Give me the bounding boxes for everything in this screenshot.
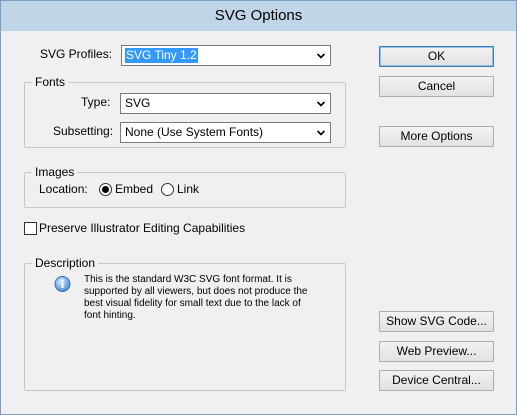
- svg-profiles-value: SVG Tiny 1.2: [125, 48, 198, 63]
- svg-profiles-select[interactable]: SVG Tiny 1.2: [121, 45, 331, 66]
- device-central-button[interactable]: Device Central...: [379, 370, 494, 391]
- chevron-down-icon: [316, 101, 326, 107]
- link-label[interactable]: Link: [177, 182, 199, 196]
- web-preview-button[interactable]: Web Preview...: [379, 341, 494, 362]
- description-text: This is the standard W3C SVG font format…: [84, 274, 308, 321]
- font-type-value: SVG: [125, 96, 151, 110]
- info-icon: [54, 276, 71, 292]
- images-legend: Images: [32, 164, 78, 180]
- more-options-button[interactable]: More Options: [379, 126, 494, 147]
- preserve-editing-label[interactable]: Preserve Illustrator Editing Capabilitie…: [39, 221, 245, 235]
- subsetting-select[interactable]: None (Use System Fonts): [120, 122, 331, 143]
- preserve-editing-checkbox[interactable]: [24, 222, 37, 235]
- embed-radio[interactable]: [99, 183, 112, 196]
- svg-profiles-label: SVG Profiles:: [40, 47, 113, 61]
- subsetting-label: Subsetting:: [53, 124, 114, 138]
- embed-label[interactable]: Embed: [115, 182, 153, 196]
- description-legend: Description: [32, 255, 99, 271]
- link-radio[interactable]: [161, 183, 174, 196]
- subsetting-value: None (Use System Fonts): [125, 125, 264, 139]
- dialog-title: SVG Options: [1, 1, 516, 31]
- chevron-down-icon: [316, 53, 326, 59]
- svg-options-dialog: SVG Options SVG Profiles: SVG Tiny 1.2 F…: [0, 0, 517, 415]
- ok-button[interactable]: OK: [379, 46, 494, 67]
- chevron-down-icon: [316, 130, 326, 136]
- font-type-select[interactable]: SVG: [120, 93, 331, 114]
- font-type-label: Type:: [81, 95, 111, 109]
- fonts-legend: Fonts: [32, 74, 69, 90]
- cancel-button[interactable]: Cancel: [379, 76, 494, 97]
- dialog-body: SVG Profiles: SVG Tiny 1.2 Fonts Type: S…: [10, 32, 507, 407]
- show-svg-code-button[interactable]: Show SVG Code...: [379, 311, 494, 332]
- location-label: Location:: [39, 182, 88, 196]
